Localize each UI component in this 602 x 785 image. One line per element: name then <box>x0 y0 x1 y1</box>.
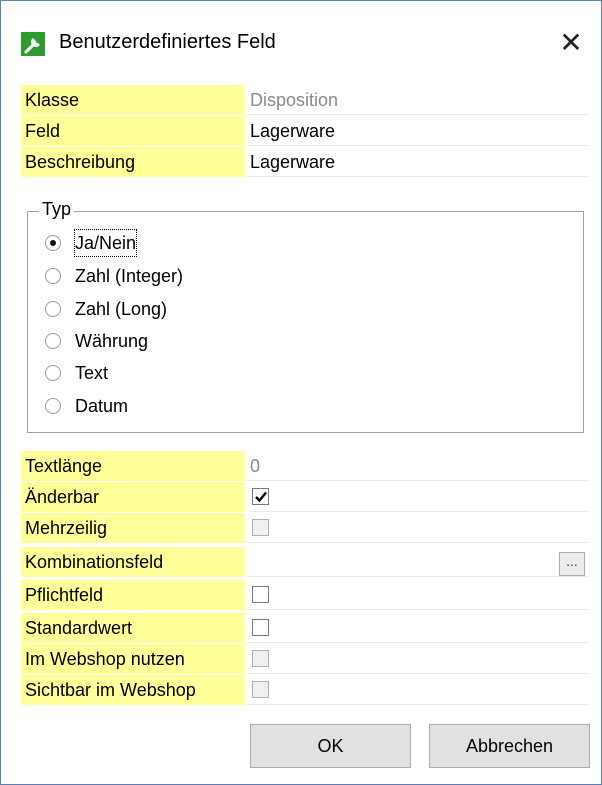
field-row-pflichtfeld: Pflichtfeld <box>21 580 589 610</box>
mehrzeilig-cell <box>247 513 589 543</box>
sichtbar-webshop-label: Sichtbar im Webshop <box>21 675 245 705</box>
typ-legend: Typ <box>39 199 75 220</box>
title-bar: Benutzerdefiniertes Feld ✕ <box>1 1 601 85</box>
feld-label: Feld <box>21 116 245 146</box>
beschreibung-label: Beschreibung <box>21 147 245 177</box>
kombinationsfeld-label: Kombinationsfeld <box>21 547 245 577</box>
close-button[interactable]: ✕ <box>551 23 591 63</box>
field-row-sichtbar-webshop: Sichtbar im Webshop <box>21 675 589 705</box>
field-row-textlaenge: Textlänge 0 <box>21 451 589 481</box>
sichtbar-webshop-cell <box>247 675 589 705</box>
radio-button[interactable] <box>45 268 61 284</box>
radio-button[interactable] <box>45 398 61 414</box>
feld-input[interactable]: Lagerware <box>247 116 589 146</box>
field-row-mehrzeilig: Mehrzeilig <box>21 513 589 543</box>
wrench-icon <box>21 32 45 56</box>
checkmark-icon <box>255 491 267 503</box>
sichtbar-webshop-checkbox <box>252 681 269 698</box>
aenderbar-checkbox[interactable] <box>252 488 269 505</box>
textlaenge-value: 0 <box>247 451 589 481</box>
standardwert-checkbox[interactable] <box>252 619 269 636</box>
radio-button[interactable] <box>45 301 61 317</box>
field-row-aenderbar: Änderbar <box>21 482 589 512</box>
klasse-value: Disposition <box>247 85 589 115</box>
beschreibung-input[interactable]: Lagerware <box>247 147 589 177</box>
cancel-button[interactable]: Abbrechen <box>429 724 590 768</box>
pflichtfeld-checkbox[interactable] <box>252 586 269 603</box>
radio-label: Datum <box>75 396 129 416</box>
standardwert-cell <box>247 613 589 643</box>
kombinationsfeld-browse-button[interactable]: ... <box>559 552 585 576</box>
ok-button[interactable]: OK <box>250 724 411 768</box>
field-row-beschreibung: Beschreibung Lagerware <box>21 147 589 177</box>
webshop-nutzen-checkbox <box>252 650 269 667</box>
field-row-webshop-nutzen: Im Webshop nutzen <box>21 644 589 674</box>
aenderbar-cell <box>247 482 589 512</box>
mehrzeilig-checkbox <box>252 519 269 536</box>
aenderbar-label: Änderbar <box>21 482 245 512</box>
radio-button[interactable] <box>45 333 61 349</box>
custom-field-dialog: Benutzerdefiniertes Feld ✕ Klasse Dispos… <box>0 0 602 785</box>
radio-label: Zahl (Integer) <box>75 266 184 286</box>
pflichtfeld-cell <box>247 580 589 610</box>
radio-label: Text <box>75 363 109 383</box>
radio-button[interactable] <box>45 235 61 251</box>
radio-label: Zahl (Long) <box>75 299 168 319</box>
radio-button[interactable] <box>45 365 61 381</box>
field-row-kombinationsfeld: Kombinationsfeld <box>21 547 589 577</box>
standardwert-label: Standardwert <box>21 613 245 643</box>
field-row-klasse: Klasse Disposition <box>21 85 589 115</box>
pflichtfeld-label: Pflichtfeld <box>21 580 245 610</box>
dialog-title: Benutzerdefiniertes Feld <box>59 31 276 53</box>
textlaenge-label: Textlänge <box>21 451 245 481</box>
radio-label: Ja/Nein <box>73 229 138 257</box>
mehrzeilig-label: Mehrzeilig <box>21 513 245 543</box>
klasse-label: Klasse <box>21 85 245 115</box>
radio-label: Währung <box>75 331 149 351</box>
webshop-nutzen-cell <box>247 644 589 674</box>
field-row-standardwert: Standardwert <box>21 613 589 643</box>
field-row-feld: Feld Lagerware <box>21 116 589 146</box>
webshop-nutzen-label: Im Webshop nutzen <box>21 644 245 674</box>
kombinationsfeld-input[interactable] <box>247 547 589 577</box>
